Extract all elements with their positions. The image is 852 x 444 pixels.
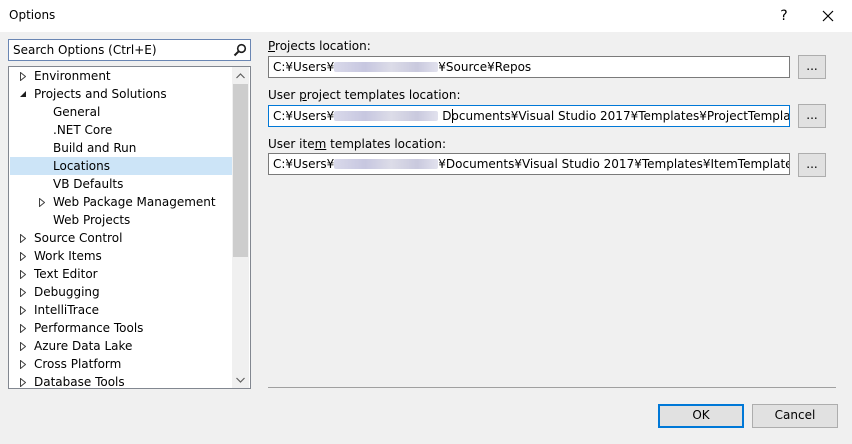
tree-item-label: Locations	[53, 159, 111, 173]
tree-item-web-package-management[interactable]: Web Package Management	[10, 193, 232, 211]
close-button[interactable]	[806, 0, 850, 32]
user-item-templates-label: User item templates location:	[268, 137, 447, 151]
projects-browse-button[interactable]: ...	[798, 55, 826, 79]
user-project-templates-browse-button[interactable]: ...	[798, 104, 826, 128]
tree-item-label: Source Control	[34, 231, 123, 245]
chevron-up-icon	[236, 72, 245, 78]
tree-item-label: Azure Data Lake	[34, 339, 133, 353]
collapsed-arrow-icon[interactable]	[18, 355, 28, 373]
tree-item-label: Projects and Solutions	[34, 87, 167, 101]
search-button[interactable]	[230, 40, 250, 60]
redacted-username	[334, 111, 439, 121]
tree-item-label: Text Editor	[34, 267, 98, 281]
scroll-up-button[interactable]	[232, 67, 249, 84]
user-project-templates-label: User project templates location:	[268, 88, 461, 102]
separator	[268, 387, 836, 388]
magnifier-icon	[233, 43, 247, 57]
tree-item-label: Environment	[34, 69, 111, 83]
chevron-down-icon	[236, 377, 245, 383]
collapsed-arrow-icon[interactable]	[18, 337, 28, 355]
tree-item-text-editor[interactable]: Text Editor	[10, 265, 232, 283]
close-icon	[822, 10, 834, 22]
tree-item-locations[interactable]: Locations	[10, 157, 232, 175]
collapsed-arrow-icon[interactable]	[18, 265, 28, 283]
tree-item-build-and-run[interactable]: Build and Run	[10, 139, 232, 157]
help-button[interactable]: ?	[762, 0, 806, 32]
title-bar: Options ?	[0, 0, 852, 32]
tree-item-performance-tools[interactable]: Performance Tools	[10, 319, 232, 337]
tree-item-label: General	[53, 105, 101, 119]
collapsed-arrow-icon[interactable]	[18, 67, 28, 85]
window-title: Options	[9, 8, 56, 22]
ok-button[interactable]: OK	[658, 404, 744, 428]
tree-item-environment[interactable]: Environment	[10, 67, 232, 85]
scroll-thumb[interactable]	[233, 84, 248, 257]
tree-scrollbar[interactable]	[232, 67, 249, 388]
tree-item-intellitrace[interactable]: IntelliTrace	[10, 301, 232, 319]
tree-item-debugging[interactable]: Debugging	[10, 283, 232, 301]
tree-item-label: Database Tools	[34, 375, 125, 389]
collapsed-arrow-icon[interactable]	[18, 283, 28, 301]
collapsed-arrow-icon[interactable]	[37, 193, 47, 211]
tree-item-cross-platform[interactable]: Cross Platform	[10, 355, 232, 373]
tree-item-label: .NET Core	[53, 123, 113, 137]
tree-item-label: IntelliTrace	[34, 303, 100, 317]
search-box	[8, 39, 251, 61]
tree-item-net-core[interactable]: .NET Core	[10, 121, 232, 139]
collapsed-arrow-icon[interactable]	[18, 229, 28, 247]
redacted-username	[334, 159, 439, 169]
user-item-templates-field[interactable]: C:¥Users¥ ¥Documents¥Visual Studio 2017¥T…	[268, 153, 790, 175]
tree-item-label: Build and Run	[53, 141, 137, 155]
user-item-templates-browse-button[interactable]: ...	[798, 153, 826, 177]
tree-item-vb-defaults[interactable]: VB Defaults	[10, 175, 232, 193]
tree-item-work-items[interactable]: Work Items	[10, 247, 232, 265]
tree-item-projects-and-solutions[interactable]: Projects and Solutions	[10, 85, 232, 103]
cancel-button[interactable]: Cancel	[752, 404, 838, 428]
expanded-arrow-icon[interactable]	[18, 85, 28, 103]
tree-item-label: Web Projects	[53, 213, 131, 227]
tree-item-label: Work Items	[34, 249, 102, 263]
user-project-templates-field[interactable]: C:¥Users¥ Documents¥Visual Studio 2017¥Te…	[268, 105, 790, 127]
tree-item-azure-data-lake[interactable]: Azure Data Lake	[10, 337, 232, 355]
tree-item-label: VB Defaults	[53, 177, 124, 191]
tree-item-label: Cross Platform	[34, 357, 122, 371]
projects-location-field[interactable]: C:¥Users¥ ¥Source¥Repos	[268, 56, 790, 78]
tree-item-database-tools[interactable]: Database Tools	[10, 373, 232, 389]
scroll-down-button[interactable]	[232, 371, 249, 388]
options-tree: Environment Projects and Solutions General…	[8, 66, 251, 389]
collapsed-arrow-icon[interactable]	[18, 247, 28, 265]
tree-item-label: Web Package Management	[53, 195, 216, 209]
redacted-username	[334, 62, 439, 72]
tree-item-label: Debugging	[34, 285, 100, 299]
collapsed-arrow-icon[interactable]	[18, 373, 28, 388]
tree-item-source-control[interactable]: Source Control	[10, 229, 232, 247]
tree-item-general[interactable]: General	[10, 103, 232, 121]
collapsed-arrow-icon[interactable]	[18, 301, 28, 319]
tree-item-label: Performance Tools	[34, 321, 144, 335]
collapsed-arrow-icon[interactable]	[18, 319, 28, 337]
search-input[interactable]	[9, 40, 230, 60]
tree-item-web-projects[interactable]: Web Projects	[10, 211, 232, 229]
projects-location-label: Projects location:	[268, 39, 371, 53]
help-icon: ?	[780, 8, 788, 24]
